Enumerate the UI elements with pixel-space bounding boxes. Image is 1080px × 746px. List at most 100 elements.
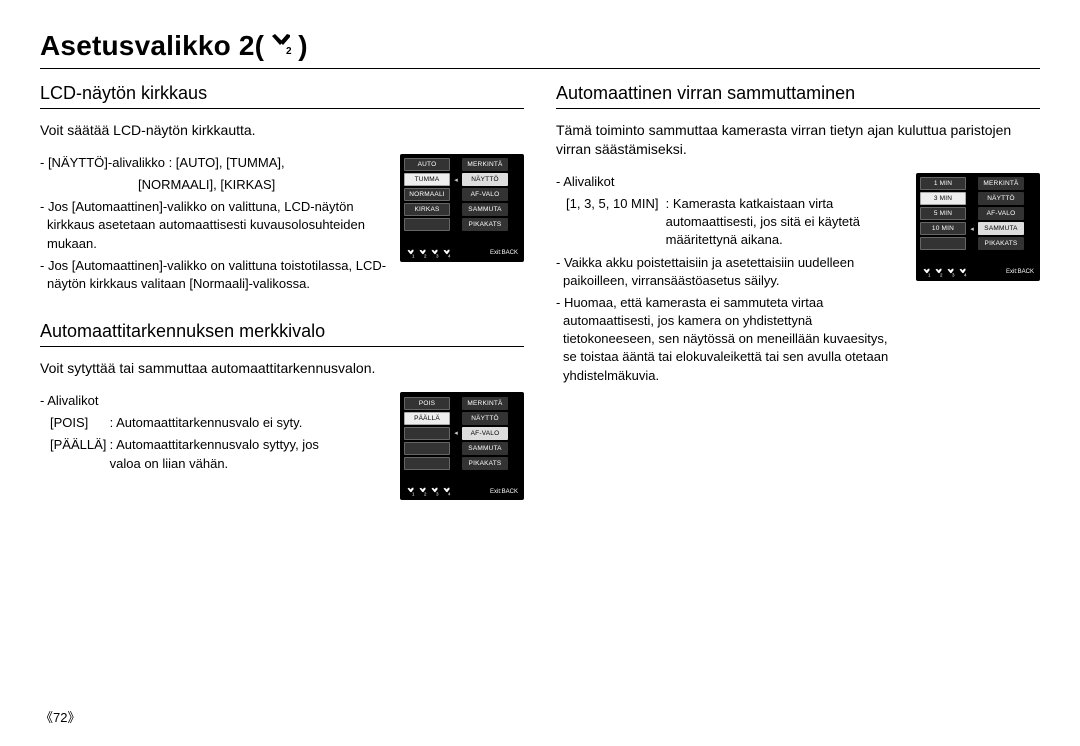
screen-row: NORMAALIAF-VALO <box>404 188 520 202</box>
screen-row: PIKAKATS <box>404 218 520 232</box>
af-on-text: : Automaattitarkennusvalo syttyy, jos va… <box>110 436 340 472</box>
screen-row: 3 MINNÄYTTÖ <box>920 192 1036 206</box>
screen-tab-icons: 1 2 3 4 <box>406 249 451 258</box>
svg-text:3: 3 <box>436 253 439 258</box>
lcd-screen-preview: AUTOMERKINTÄTUMMA◂NÄYTTÖNORMAALIAF-VALOK… <box>400 154 524 262</box>
page-number: 《72》 <box>40 707 80 726</box>
screen-left-cell: NORMAALI <box>404 188 450 201</box>
screen-row: 5 MIN AF-VALO <box>920 207 1036 221</box>
poweroff-bullet-battery: - Vaikka akku poistettaisiin ja asetetta… <box>556 254 890 290</box>
svg-text:4: 4 <box>448 491 451 496</box>
screen-row: 10 MIN◂SAMMUTA <box>920 222 1036 236</box>
right-column: Automaattinen virran sammuttaminen Tämä … <box>556 79 1040 512</box>
tools-tab-1-icon: 1 <box>922 268 931 277</box>
af-option-off: [POIS] : Automaattitarkennusvalo ei syty… <box>40 414 394 432</box>
screen-row: ◂AF-VALO <box>404 426 520 440</box>
poweroff-minutes-text: : Kamerasta katkaistaan virta automaatti… <box>666 195 876 250</box>
poweroff-screen-preview: 1 MINMERKINTÄ3 MINNÄYTTÖ5 MIN AF-VALO 10 M… <box>916 173 1040 281</box>
screen-bottom-bar: 1 2 3 4 Exit:BACK <box>404 485 520 496</box>
screen-exit-label: Exit:BACK <box>490 250 518 256</box>
svg-text:1: 1 <box>928 272 931 277</box>
svg-text:1: 1 <box>412 253 415 258</box>
screen-left-cell: 3 MIN <box>920 192 966 205</box>
screen-left-cell <box>404 457 450 470</box>
screen-left-cell: 10 MIN <box>920 222 966 235</box>
screen-row: 1 MINMERKINTÄ <box>920 177 1036 191</box>
screen-row: PIKAKATS <box>404 456 520 470</box>
tools-tab-1-icon: 1 <box>406 487 415 496</box>
screen-right-cell: PIKAKATS <box>462 218 508 231</box>
lcd-sub-options-2: [NORMAALI], [KIRKAS] <box>40 176 394 194</box>
screen-right-cell: SAMMUTA <box>462 203 508 216</box>
screen-left-cell: 5 MIN <box>920 207 966 220</box>
tools-tab-4-icon: 4 <box>442 249 451 258</box>
svg-text:1: 1 <box>412 491 415 496</box>
screen-row: PÄÄLLÄ NÄYTTÖ <box>404 411 520 425</box>
poweroff-submenu-label: - Alivalikot <box>556 173 890 191</box>
screen-left-cell <box>404 218 450 231</box>
af-screen-preview: POISMERKINTÄPÄÄLLÄNÄYTTÖ◂AF-VALOSAMMUTAP… <box>400 392 524 500</box>
section-lcd-brightness-title: LCD-näytön kirkkaus <box>40 83 524 109</box>
screen-bottom-bar: 1 2 3 4 Exit:BACK <box>404 247 520 258</box>
lcd-bullet-playback: - Jos [Automaattinen]-valikko on valittu… <box>40 257 394 293</box>
left-column: LCD-näytön kirkkaus Voit säätää LCD-näyt… <box>40 79 524 512</box>
lcd-brightness-content: - [NÄYTTÖ]-alivalikko : [AUTO], [TUMMA],… <box>40 154 524 293</box>
screen-left-cell: POIS <box>404 397 450 410</box>
poweroff-option-minutes: [1, 3, 5, 10 MIN] : Kamerasta katkaistaa… <box>556 195 890 250</box>
screen-right-cell: SAMMUTA <box>978 222 1024 235</box>
arrow-left-icon: ◂ <box>452 429 460 437</box>
screen-right-cell: NÄYTTÖ <box>462 412 508 425</box>
screen-row: KIRKAS SAMMUTA <box>404 203 520 217</box>
svg-text:2: 2 <box>286 46 292 55</box>
screen-left-cell: PÄÄLLÄ <box>404 412 450 425</box>
screen-right-cell: MERKINTÄ <box>462 397 508 410</box>
tools-tab-2-icon: 2 <box>934 268 943 277</box>
screen-right-cell: MERKINTÄ <box>462 158 508 171</box>
screen-row: PIKAKATS <box>920 237 1036 251</box>
tools-tab-3-icon: 3 <box>430 487 439 496</box>
screen-right-cell: AF-VALO <box>978 207 1024 220</box>
screen-right-cell: PIKAKATS <box>462 457 508 470</box>
page-title-text: Asetusvalikko 2( <box>40 30 264 62</box>
tools-icon: 2 <box>268 30 294 62</box>
svg-text:4: 4 <box>964 272 967 277</box>
screen-exit-label: Exit:BACK <box>1006 269 1034 275</box>
tools-tab-2-icon: 2 <box>418 249 427 258</box>
screen-right-cell: NÄYTTÖ <box>462 173 508 186</box>
tools-tab-3-icon: 3 <box>430 249 439 258</box>
svg-text:3: 3 <box>952 272 955 277</box>
screen-left-cell <box>404 427 450 440</box>
af-lamp-content: - Alivalikot [POIS] : Automaattitarkennu… <box>40 392 524 512</box>
af-off-text: : Automaattitarkennusvalo ei syty. <box>110 415 303 430</box>
tools-tab-3-icon: 3 <box>946 268 955 277</box>
af-on-label: [PÄÄLLÄ] <box>50 436 106 454</box>
arrow-left-icon: ◂ <box>968 225 976 233</box>
screen-left-cell: AUTO <box>404 158 450 171</box>
screen-exit-label: Exit:BACK <box>490 489 518 495</box>
tools-tab-2-icon: 2 <box>418 487 427 496</box>
screen-row: TUMMA◂NÄYTTÖ <box>404 173 520 187</box>
af-option-on: [PÄÄLLÄ] : Automaattitarkennusvalo sytty… <box>40 436 394 472</box>
screen-right-cell: MERKINTÄ <box>978 177 1024 190</box>
screen-right-cell: AF-VALO <box>462 427 508 440</box>
screen-left-cell: KIRKAS <box>404 203 450 216</box>
screen-left-cell <box>920 237 966 250</box>
section-af-lamp-title: Automaattitarkennuksen merkkivalo <box>40 321 524 347</box>
arrow-left-icon: ◂ <box>452 176 460 184</box>
screen-tab-icons: 12 3 4 <box>922 268 967 277</box>
screen-left-cell: TUMMA <box>404 173 450 186</box>
tools-tab-4-icon: 4 <box>958 268 967 277</box>
svg-text:3: 3 <box>436 491 439 496</box>
poweroff-minutes-label: [1, 3, 5, 10 MIN] <box>566 195 662 213</box>
svg-text:4: 4 <box>448 253 451 258</box>
auto-poweroff-content: - Alivalikot [1, 3, 5, 10 MIN] : Kameras… <box>556 173 1040 385</box>
poweroff-bullet-exceptions: - Huomaa, että kamerasta ei sammuteta vi… <box>556 294 890 385</box>
auto-poweroff-intro: Tämä toiminto sammuttaa kamerasta virran… <box>556 121 1040 159</box>
af-lamp-intro: Voit sytyttää tai sammuttaa automaattita… <box>40 359 524 378</box>
svg-text:2: 2 <box>424 491 427 496</box>
screen-row: POIS MERKINTÄ <box>404 396 520 410</box>
two-column-layout: LCD-näytön kirkkaus Voit säätää LCD-näyt… <box>40 79 1040 512</box>
screen-tab-icons: 1 2 3 4 <box>406 487 451 496</box>
page-title: Asetusvalikko 2( 2 ) <box>40 30 1040 69</box>
svg-text:2: 2 <box>424 253 427 258</box>
